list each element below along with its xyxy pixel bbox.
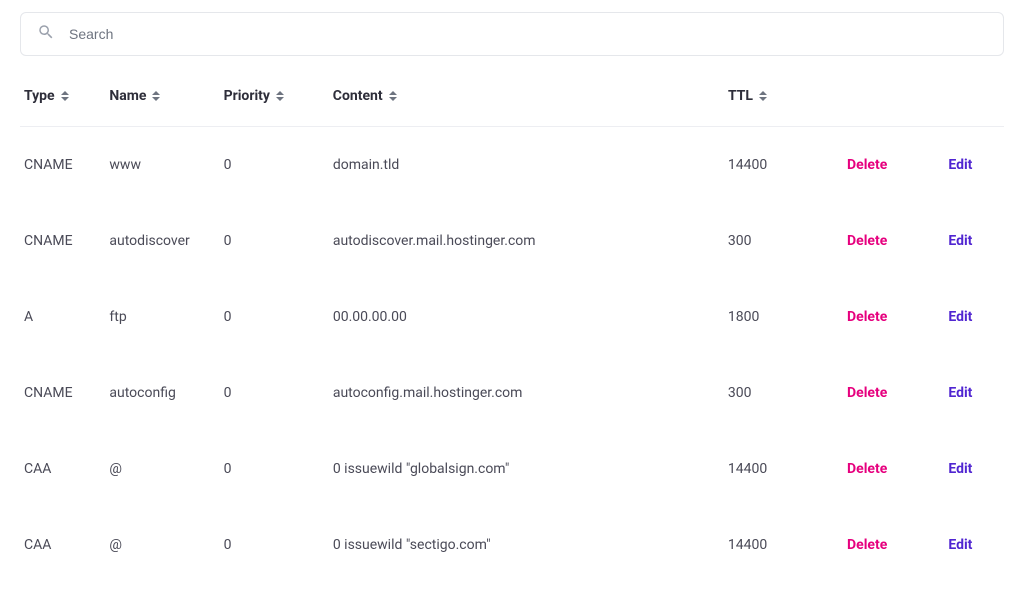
- table-body: CNAMEwww0domain.tld14400DeleteEditCNAMEa…: [20, 127, 1004, 583]
- cell-ttl: 300: [728, 385, 847, 401]
- table-row: Aftp000.00.00.001800Delete Edit: [20, 279, 1004, 355]
- search-bar[interactable]: [20, 12, 1004, 56]
- column-header-label: TTL: [728, 88, 753, 104]
- cell-priority: 0: [224, 233, 333, 249]
- delete-button[interactable]: Delete: [847, 461, 887, 477]
- cell-content: autoconfig.mail.hostinger.com: [333, 385, 728, 401]
- column-header-content[interactable]: Content: [333, 88, 728, 104]
- cell-priority: 0: [224, 157, 333, 173]
- table-row: CNAMEautodiscover0autodiscover.mail.host…: [20, 203, 1004, 279]
- column-header-priority[interactable]: Priority: [224, 88, 333, 104]
- sort-icon: [152, 91, 160, 101]
- column-header-label: Content: [333, 88, 383, 104]
- edit-button[interactable]: Edit: [948, 309, 972, 325]
- cell-type: CAA: [24, 461, 109, 477]
- delete-button[interactable]: Delete: [847, 537, 887, 553]
- table-row: CAA@00 issuewild "globalsign.com"14400De…: [20, 431, 1004, 507]
- cell-priority: 0: [224, 309, 333, 325]
- sort-icon: [759, 91, 767, 101]
- cell-name: www: [109, 157, 223, 173]
- cell-priority: 0: [224, 385, 333, 401]
- cell-content: 0 issuewild "globalsign.com": [333, 461, 728, 477]
- column-header-label: Priority: [224, 88, 270, 104]
- table-header: Type Name Priority Content TTL: [20, 62, 1004, 127]
- edit-button[interactable]: Edit: [948, 461, 972, 477]
- cell-content: autodiscover.mail.hostinger.com: [333, 233, 728, 249]
- cell-ttl: 14400: [728, 537, 847, 553]
- cell-type: CNAME: [24, 385, 109, 401]
- sort-icon: [276, 91, 284, 101]
- table-row: CNAMEautoconfig0autoconfig.mail.hostinge…: [20, 355, 1004, 431]
- sort-icon: [61, 91, 69, 101]
- cell-ttl: 14400: [728, 157, 847, 173]
- column-header-label: Name: [109, 88, 146, 104]
- cell-type: CAA: [24, 537, 109, 553]
- cell-content: domain.tld: [333, 157, 728, 173]
- delete-button[interactable]: Delete: [847, 157, 887, 173]
- dns-records-panel: Type Name Priority Content TTL CNAMEwww0…: [0, 0, 1024, 583]
- delete-button[interactable]: Delete: [847, 309, 887, 325]
- cell-content: 00.00.00.00: [333, 309, 728, 325]
- cell-type: A: [24, 309, 109, 325]
- cell-ttl: 1800: [728, 309, 847, 325]
- column-header-name[interactable]: Name: [109, 88, 223, 104]
- edit-button[interactable]: Edit: [948, 537, 972, 553]
- cell-ttl: 14400: [728, 461, 847, 477]
- table-row: CNAMEwww0domain.tld14400Delete Edit: [20, 127, 1004, 203]
- cell-name: @: [109, 537, 223, 553]
- column-header-ttl[interactable]: TTL: [728, 88, 847, 104]
- cell-type: CNAME: [24, 157, 109, 173]
- edit-button[interactable]: Edit: [948, 157, 972, 173]
- column-header-label: Type: [24, 88, 55, 104]
- cell-priority: 0: [224, 537, 333, 553]
- table-row: CAA@00 issuewild "sectigo.com"14400Delet…: [20, 507, 1004, 583]
- delete-button[interactable]: Delete: [847, 385, 887, 401]
- sort-icon: [389, 91, 397, 101]
- cell-name: autoconfig: [109, 385, 223, 401]
- delete-button[interactable]: Delete: [847, 233, 887, 249]
- cell-name: autodiscover: [109, 233, 223, 249]
- cell-name: @: [109, 461, 223, 477]
- cell-name: ftp: [109, 309, 223, 325]
- edit-button[interactable]: Edit: [948, 385, 972, 401]
- cell-ttl: 300: [728, 233, 847, 249]
- column-header-type[interactable]: Type: [24, 88, 109, 104]
- edit-button[interactable]: Edit: [948, 233, 972, 249]
- search-input[interactable]: [69, 26, 987, 42]
- cell-type: CNAME: [24, 233, 109, 249]
- cell-priority: 0: [224, 461, 333, 477]
- cell-content: 0 issuewild "sectigo.com": [333, 537, 728, 553]
- search-icon: [37, 23, 55, 45]
